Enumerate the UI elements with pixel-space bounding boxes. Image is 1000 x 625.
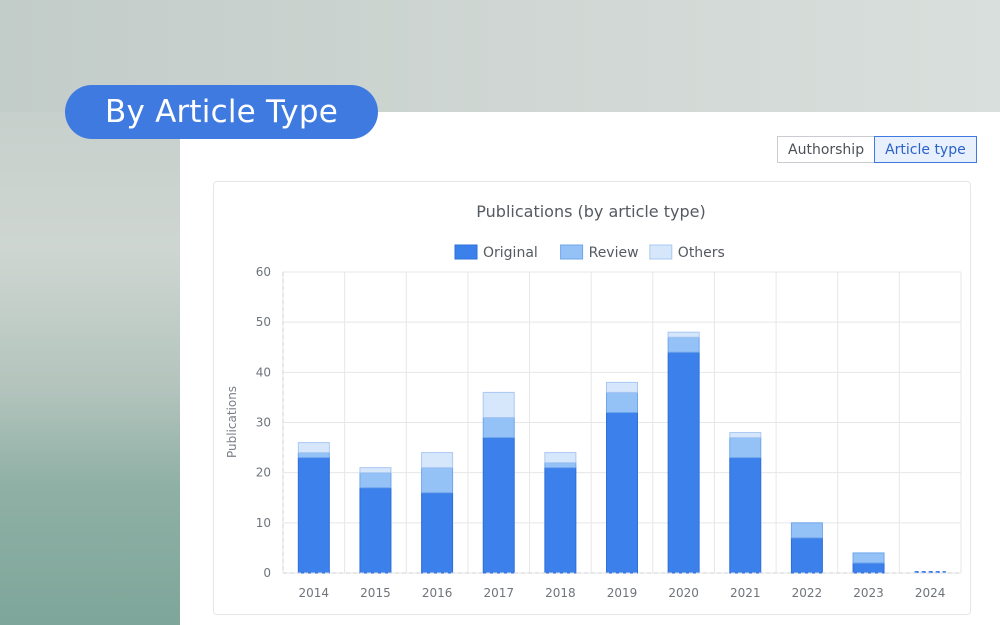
bar-segment-others	[544, 452, 577, 464]
bar-segment-others	[667, 331, 700, 338]
legend-swatch-review	[560, 244, 584, 260]
y-tick-label: 0	[263, 566, 271, 580]
chart-legend: Original Review Others	[454, 244, 725, 261]
bar-segment-review	[544, 462, 577, 469]
bar-segment-review	[359, 472, 392, 489]
chart-title: Publications (by article type)	[476, 202, 705, 221]
x-tick-label: 2019	[607, 586, 638, 600]
bar-segment-review	[606, 391, 638, 413]
bar-segment-original	[729, 457, 762, 574]
chart-bars	[297, 331, 946, 574]
x-tick-label: 2020	[668, 586, 699, 600]
x-tick-label: 2024	[915, 586, 946, 600]
bar-segment-original	[421, 492, 454, 574]
bar-segment-original	[790, 537, 823, 574]
publications-chart: Publications (by article type) Original R…	[225, 202, 962, 600]
bar-segment-others	[482, 391, 515, 418]
legend-swatch-others	[649, 244, 673, 260]
y-tick-label: 20	[256, 466, 271, 480]
legend-label-others: Others	[678, 245, 725, 261]
y-axis-label: Publications	[225, 386, 239, 458]
bar-segment-original	[667, 351, 700, 574]
bar-segment-original	[544, 467, 577, 574]
bar-segment-review	[297, 452, 330, 459]
x-tick-label: 2014	[299, 586, 330, 600]
x-tick-label: 2017	[483, 586, 514, 600]
y-tick-label: 50	[256, 315, 271, 329]
legend-swatch-original	[454, 244, 478, 260]
bar-segment-review	[421, 467, 454, 494]
bar-segment-review	[852, 552, 885, 564]
y-tick-label: 40	[256, 365, 271, 379]
x-tick-label: 2016	[422, 586, 453, 600]
bar-segment-others	[359, 467, 392, 474]
bar-segment-others	[421, 452, 454, 469]
bar-segment-original	[297, 457, 330, 574]
bar-segment-review	[729, 437, 762, 459]
x-tick-label: 2022	[792, 586, 823, 600]
x-tick-label: 2018	[545, 586, 576, 600]
bar-segment-others	[729, 432, 762, 439]
y-tick-label: 60	[256, 265, 271, 279]
x-tick-label: 2021	[730, 586, 761, 600]
bar-segment-review	[667, 336, 700, 353]
bar-segment-original	[482, 437, 515, 574]
y-tick-label: 30	[256, 416, 271, 430]
bar-segment-original	[852, 562, 885, 574]
x-tick-label: 2023	[853, 586, 884, 600]
legend-label-original: Original	[483, 245, 538, 261]
bar-segment-others	[606, 381, 638, 393]
bar-segment-original	[606, 411, 638, 574]
bar-segment-original	[359, 487, 392, 574]
bar-segment-review	[482, 416, 515, 439]
bar-segment-review	[790, 522, 823, 539]
y-tick-label: 10	[256, 516, 271, 530]
legend-label-review: Review	[589, 245, 639, 261]
x-tick-label: 2015	[360, 586, 391, 600]
bar-segment-others	[297, 442, 330, 454]
